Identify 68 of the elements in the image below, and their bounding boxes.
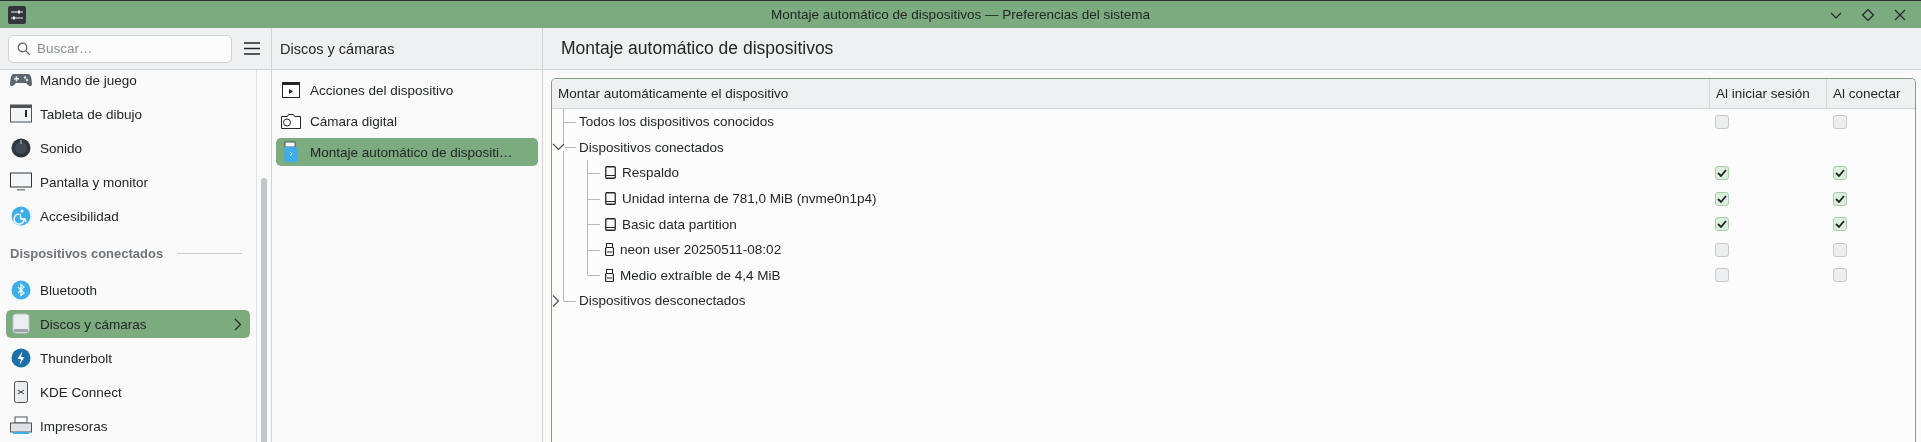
sidebar-item[interactable]: Accesibilidad [6, 202, 250, 230]
checkbox[interactable] [1833, 268, 1847, 283]
phone-icon [13, 381, 29, 403]
usb-stick-icon [605, 268, 614, 282]
checkbox[interactable] [1833, 242, 1847, 257]
collapse-arrow[interactable] [552, 143, 565, 152]
printer-icon [10, 416, 32, 436]
sidebar-item[interactable]: Sonido [6, 134, 250, 162]
tree-item-label: Todos los dispositivos conocidos [579, 114, 775, 130]
list-item[interactable]: Acciones del dispositivo [276, 76, 538, 104]
expand-arrow[interactable] [552, 294, 560, 308]
sidebar-item[interactable]: Discos y cámaras [6, 310, 250, 338]
sliders-icon [8, 5, 26, 24]
drive-icon [605, 166, 616, 180]
sidebar-item[interactable]: Bluetooth [6, 276, 250, 304]
search-icon [17, 41, 31, 56]
checkbox[interactable] [1715, 166, 1729, 180]
list-item[interactable]: Montaje automático de dispositi… [276, 138, 538, 166]
sidebar-item[interactable]: KDE Connect [6, 378, 250, 406]
checkbox[interactable] [1833, 166, 1847, 180]
sidebar-item[interactable]: Tableta de dibujo [6, 100, 250, 128]
accessibility-icon [11, 206, 31, 226]
monitor-icon [10, 172, 32, 192]
sidebar-item[interactable]: Impresoras [6, 412, 250, 440]
sidebar-item[interactable]: Pantalla y monitor [6, 168, 250, 196]
menu-button[interactable] [244, 42, 260, 55]
drive-icon [605, 192, 616, 206]
column-header[interactable]: Al iniciar sesión [1709, 79, 1826, 108]
usb-drive-icon [284, 141, 298, 163]
tree-item-label: Dispositivos desconectados [579, 293, 746, 309]
drive-icon [605, 217, 616, 231]
checkbox[interactable] [1833, 114, 1847, 129]
checkbox[interactable] [1715, 268, 1729, 283]
search-field[interactable]: Buscar… [8, 34, 232, 63]
tree-item-label: Respaldo [622, 165, 680, 181]
checkbox[interactable] [1715, 242, 1729, 257]
list-item[interactable]: Cámara digital [276, 107, 538, 135]
camera-icon [281, 113, 301, 129]
checkbox[interactable] [1715, 191, 1729, 206]
checkbox[interactable] [1833, 191, 1847, 206]
chevron-right-icon [234, 317, 242, 331]
scrollbar[interactable] [261, 178, 267, 442]
drive-icon [11, 313, 31, 335]
panel-title: Discos y cámaras [280, 40, 395, 57]
section-header: Dispositivos conectados [10, 245, 164, 261]
tree-item-label: neon user 20250511-08:02 [620, 242, 782, 258]
checkbox[interactable] [1715, 114, 1729, 129]
play-window-icon [282, 82, 300, 98]
bluetooth-icon [11, 280, 31, 300]
speaker-knob-icon [11, 138, 31, 158]
checkbox[interactable] [1715, 217, 1729, 232]
sidebar-item[interactable]: Thunderbolt [6, 344, 250, 372]
maximize-button[interactable] [1861, 7, 1875, 22]
thunderbolt-icon [11, 348, 31, 368]
tablet-icon [10, 104, 32, 124]
tree-item-label: Medio extraíble de 4,4 MiB [620, 267, 781, 283]
page-title: Montaje automático de dispositivos [561, 38, 834, 59]
window-title: Montaje automático de dispositivos — Preferencias del sistema [771, 7, 1150, 22]
tree-item-label: Unidad interna de 781,0 MiB (nvme0n1p4) [622, 191, 877, 207]
column-header[interactable]: Al conectar [1826, 79, 1915, 108]
close-button[interactable] [1893, 7, 1907, 22]
sidebar-item[interactable]: Mando de juego [6, 70, 250, 94]
tree-item-label: Basic data partition [622, 216, 737, 232]
gamepad-icon [10, 72, 32, 88]
tree-item-label: Dispositivos conectados [579, 139, 724, 155]
checkbox[interactable] [1833, 217, 1847, 232]
column-header[interactable]: Montar automáticamente el dispositivo [552, 79, 1709, 108]
usb-stick-icon [605, 243, 614, 257]
